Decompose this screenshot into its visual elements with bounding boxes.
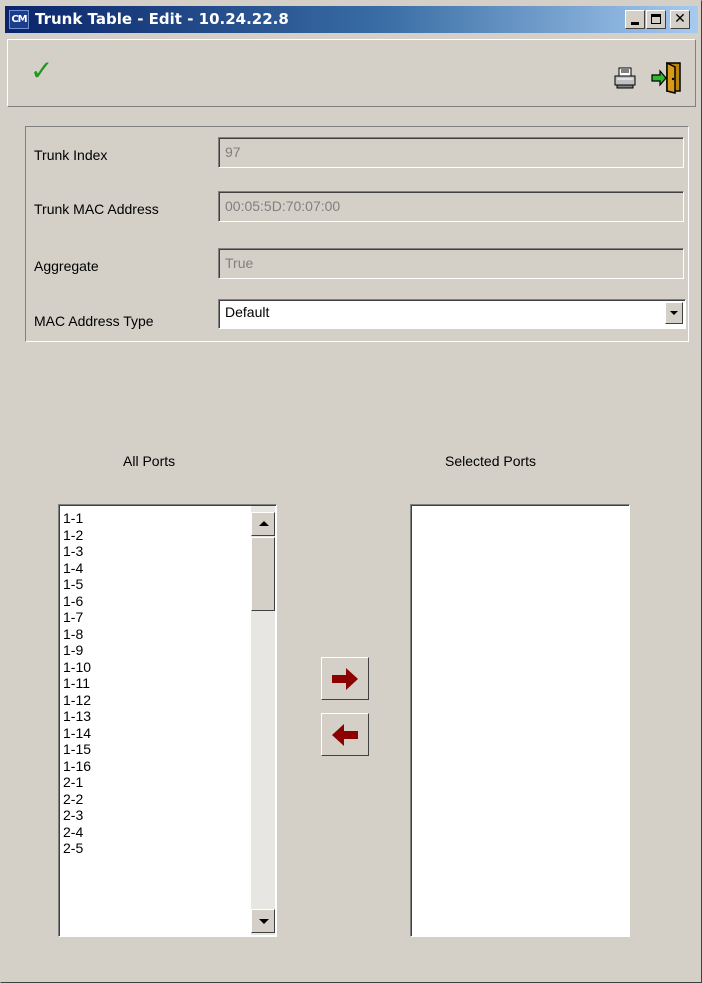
all-ports-label: All Ports <box>123 453 176 469</box>
list-item[interactable]: 1-10 <box>63 659 91 676</box>
close-icon: ✕ <box>674 11 686 27</box>
trunk-index-label: Trunk Index <box>34 147 108 163</box>
list-item[interactable]: 1-7 <box>63 609 91 626</box>
aggregate-field: True <box>218 248 684 279</box>
list-item[interactable]: 1-2 <box>63 527 91 544</box>
maximize-icon <box>651 14 661 24</box>
list-item[interactable]: 1-11 <box>63 675 91 692</box>
list-item[interactable]: 2-4 <box>63 824 91 841</box>
list-item[interactable]: 2-5 <box>63 840 91 857</box>
title-bar[interactable]: CM Trunk Table - Edit - 10.24.22.8 ✕ <box>5 6 698 33</box>
minimize-button[interactable] <box>625 10 645 29</box>
chevron-down-icon <box>670 311 678 315</box>
list-item[interactable]: 1-1 <box>63 510 91 527</box>
arrow-right-icon <box>332 668 358 690</box>
selected-ports-list[interactable] <box>410 504 630 937</box>
close-button[interactable]: ✕ <box>670 10 690 29</box>
list-item[interactable]: 1-13 <box>63 708 91 725</box>
list-item[interactable]: 1-4 <box>63 560 91 577</box>
add-port-button[interactable] <box>321 657 369 700</box>
scroll-down-icon <box>259 919 269 924</box>
scroll-down-button[interactable] <box>251 909 275 933</box>
toolbar: ✓ <box>7 39 696 107</box>
maximize-button[interactable] <box>646 10 666 29</box>
remove-port-button[interactable] <box>321 713 369 756</box>
trunk-form-panel: Trunk Index 97 Trunk MAC Address 00:05:5… <box>25 126 689 342</box>
list-item[interactable]: 2-3 <box>63 807 91 824</box>
printer-icon[interactable] <box>613 66 637 90</box>
check-icon[interactable]: ✓ <box>30 54 53 87</box>
window-title: Trunk Table - Edit - 10.24.22.8 <box>35 10 289 28</box>
list-item[interactable]: 1-6 <box>63 593 91 610</box>
scroll-up-button[interactable] <box>251 512 275 536</box>
list-item[interactable]: 1-9 <box>63 642 91 659</box>
dropdown-button[interactable] <box>665 302 683 324</box>
list-item[interactable]: 1-12 <box>63 692 91 709</box>
all-ports-list[interactable]: 1-1 1-2 1-3 1-4 1-5 1-6 1-7 1-8 1-9 1-10 1-11 1-12 1… <box>58 504 277 937</box>
all-ports-items: 1-1 1-2 1-3 1-4 1-5 1-6 1-7 1-8 1-9 1-10 1-11 1-12 1… <box>63 510 91 857</box>
exit-door-icon[interactable] <box>650 60 684 94</box>
selected-ports-label: Selected Ports <box>445 453 537 469</box>
minimize-icon <box>631 22 639 25</box>
trunk-index-field: 97 <box>218 137 684 168</box>
list-item[interactable]: 2-2 <box>63 791 91 808</box>
trunk-mac-address-label: Trunk MAC Address <box>34 201 159 217</box>
mac-address-type-value: Default <box>225 304 270 320</box>
list-item[interactable]: 1-5 <box>63 576 91 593</box>
trunk-table-edit-window: CM Trunk Table - Edit - 10.24.22.8 ✕ ✓ T… <box>0 0 702 983</box>
mac-address-type-label: MAC Address Type <box>34 313 154 329</box>
list-item[interactable]: 1-8 <box>63 626 91 643</box>
scroll-thumb[interactable] <box>251 537 275 611</box>
arrow-left-icon <box>332 724 358 746</box>
mac-address-type-select[interactable]: Default <box>218 299 686 329</box>
all-ports-scrollbar[interactable] <box>251 506 275 935</box>
list-item[interactable]: 1-3 <box>63 543 91 560</box>
list-item[interactable]: 1-14 <box>63 725 91 742</box>
list-item[interactable]: 1-16 <box>63 758 91 775</box>
app-icon: CM <box>9 10 29 29</box>
trunk-mac-address-field: 00:05:5D:70:07:00 <box>218 191 684 222</box>
scroll-up-icon <box>259 521 269 526</box>
aggregate-label: Aggregate <box>34 258 99 274</box>
list-item[interactable]: 2-1 <box>63 774 91 791</box>
list-item[interactable]: 1-15 <box>63 741 91 758</box>
